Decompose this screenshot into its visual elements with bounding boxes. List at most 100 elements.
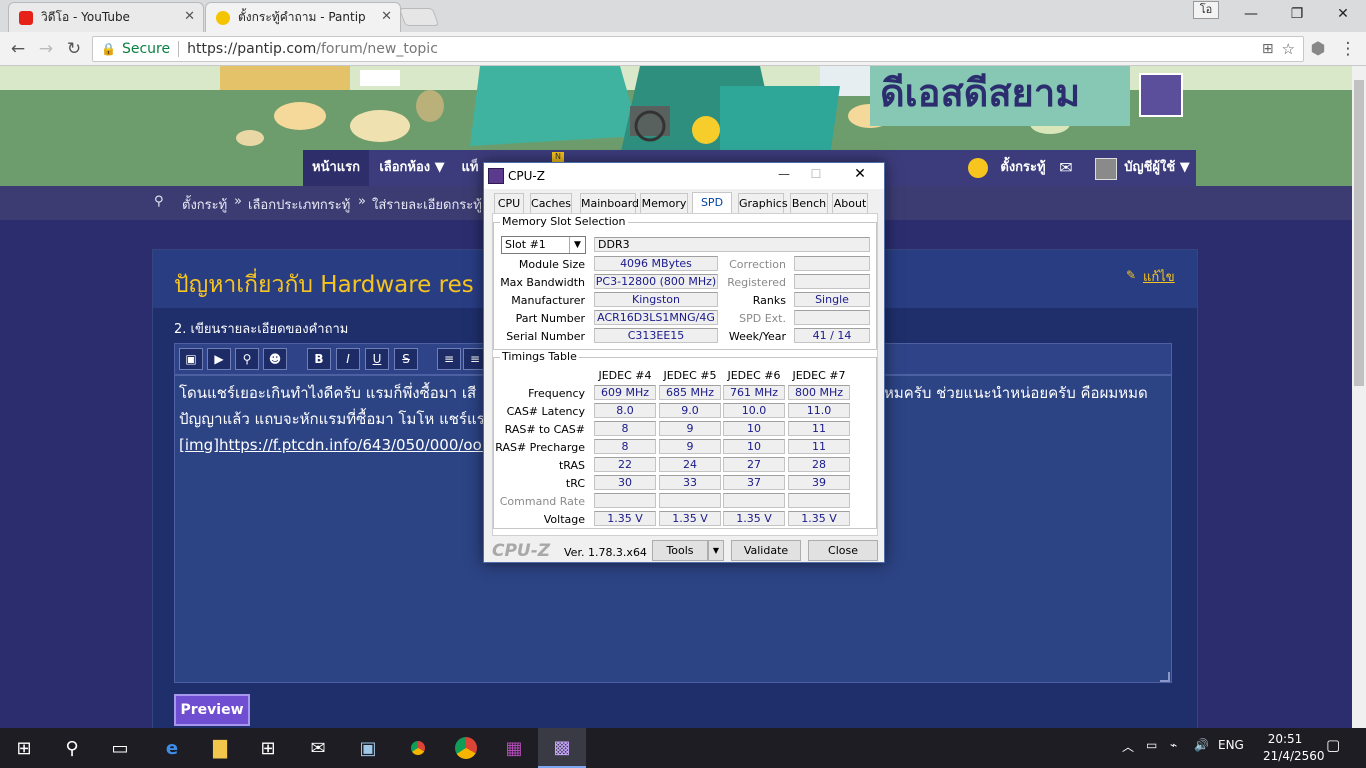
tab-pantip[interactable]: ตั้งกระทู้คำถาม - Pantip ✕ bbox=[205, 2, 401, 32]
tab-youtube[interactable]: วิดีโอ - YouTube ✕ bbox=[8, 2, 204, 32]
cpuz-app-icon bbox=[488, 168, 504, 184]
maximize-icon[interactable]: ❐ bbox=[1274, 0, 1320, 28]
strikethrough-button[interactable]: S bbox=[394, 348, 418, 370]
timing-cell: 11.0 bbox=[788, 403, 850, 418]
tab-about[interactable]: About bbox=[832, 193, 868, 213]
part-number-value: ACR16D3LS1MNG/4G bbox=[594, 310, 718, 325]
mail-icon[interactable]: ✉ bbox=[294, 728, 342, 768]
breadcrumb-step-2[interactable]: เลือกประเภทกระทู้ bbox=[248, 194, 350, 215]
chrome-app-icon[interactable] bbox=[442, 728, 490, 768]
emoji-icon[interactable]: ☻ bbox=[263, 348, 287, 370]
nav-home[interactable]: หน้าแรก bbox=[303, 150, 369, 186]
edge-icon[interactable]: e bbox=[148, 728, 196, 768]
chevron-up-icon[interactable]: ︿ bbox=[1122, 738, 1134, 755]
translate-icon[interactable]: ⊞ bbox=[1262, 41, 1274, 57]
italic-button[interactable]: I bbox=[336, 348, 360, 370]
timing-row-label: Frequency bbox=[528, 387, 585, 400]
create-topic-icon bbox=[968, 158, 988, 178]
windows-start-icon[interactable]: ⊞ bbox=[0, 728, 48, 768]
timing-cell: 11 bbox=[788, 439, 850, 454]
minimize-icon[interactable]: — bbox=[1228, 0, 1274, 28]
cpuz-titlebar[interactable]: CPU-Z — ☐ ✕ bbox=[484, 163, 884, 189]
profile-button[interactable]: โอ bbox=[1193, 1, 1219, 19]
winrar-icon[interactable]: ▦ bbox=[490, 728, 538, 768]
slot-select[interactable]: Slot #1 ▼ bbox=[501, 236, 586, 254]
address-bar[interactable]: 🔒 Secure https://pantip.com/forum/new_to… bbox=[92, 36, 1304, 62]
url-text[interactable]: https://pantip.com/forum/new_topic bbox=[187, 41, 438, 57]
map-pin-icon[interactable]: ⚲ bbox=[235, 348, 259, 370]
nav-rooms[interactable]: เลือกห้อง ▼ bbox=[371, 150, 453, 186]
tab-cpu[interactable]: CPU bbox=[494, 193, 524, 213]
tab-memory[interactable]: Memory bbox=[640, 193, 688, 213]
breadcrumb-step-1[interactable]: ตั้งกระทู้ bbox=[182, 194, 227, 215]
timing-cell: 761 MHz bbox=[723, 385, 785, 400]
tools-button[interactable]: Tools bbox=[652, 540, 708, 561]
memory-slot-group: Memory Slot Selection Slot #1 ▼ DDR3 Mod… bbox=[493, 215, 877, 350]
cpuz-brand: CPU-Z bbox=[492, 541, 551, 561]
location-pin-icon: ⚲ bbox=[154, 194, 164, 209]
cpuz-taskbar-icon[interactable]: ▩ bbox=[538, 728, 586, 768]
align-left-icon[interactable]: ≡ bbox=[437, 348, 461, 370]
extension-icon[interactable]: ⬢ bbox=[1306, 37, 1330, 61]
avatar[interactable] bbox=[1095, 158, 1117, 180]
timing-row-label: Command Rate bbox=[499, 495, 585, 508]
close-button[interactable]: Close bbox=[808, 540, 878, 561]
camera-icon[interactable]: ▣ bbox=[179, 348, 203, 370]
tab-spd[interactable]: SPD bbox=[692, 192, 732, 214]
svg-text:ดีเอสดีสยาม: ดีเอสดีสยาม bbox=[880, 71, 1080, 115]
volume-icon[interactable]: 🔊 bbox=[1194, 738, 1209, 752]
spd-ext-label: SPD Ext. bbox=[739, 312, 786, 325]
forward-icon[interactable]: → bbox=[34, 37, 58, 61]
video-icon[interactable]: ▶ bbox=[207, 348, 231, 370]
tab-bench[interactable]: Bench bbox=[790, 193, 828, 213]
pencil-icon: ✎ bbox=[1126, 268, 1137, 282]
nav-account[interactable]: บัญชีผู้ใช้ ▼ bbox=[1121, 150, 1193, 186]
timing-cell bbox=[659, 493, 721, 508]
module-size-value: 4096 MBytes bbox=[594, 256, 718, 271]
bold-button[interactable]: B bbox=[307, 348, 331, 370]
chrome-icon[interactable] bbox=[394, 728, 442, 768]
back-icon[interactable]: ← bbox=[6, 37, 30, 61]
window-close-icon[interactable]: ✕ bbox=[840, 166, 880, 182]
task-view-icon[interactable]: ▭ bbox=[96, 728, 144, 768]
tab-mainboard[interactable]: Mainboard bbox=[580, 193, 639, 213]
manufacturer-label: Manufacturer bbox=[511, 294, 585, 307]
validate-button[interactable]: Validate bbox=[731, 540, 801, 561]
edit-link[interactable]: แก้ไข bbox=[1143, 266, 1175, 287]
store-icon[interactable]: ⊞ bbox=[244, 728, 292, 768]
network-icon[interactable]: ⌁ bbox=[1170, 738, 1177, 752]
preview-button[interactable]: Preview bbox=[174, 694, 250, 726]
photos-icon[interactable]: ▣ bbox=[344, 728, 392, 768]
nav-create-topic[interactable]: ตั้งกระทู้ bbox=[993, 150, 1053, 186]
notification-icon[interactable]: ▢ bbox=[1326, 736, 1340, 754]
clock-time: 20:51 bbox=[1267, 732, 1303, 746]
file-explorer-icon[interactable]: ▇ bbox=[196, 728, 244, 768]
close-icon[interactable]: ✕ bbox=[184, 9, 195, 24]
nav-tags[interactable]: แท็ bbox=[455, 150, 485, 186]
timing-row-label: tRAS bbox=[558, 459, 585, 472]
timing-cell bbox=[594, 493, 656, 508]
taskbar-clock[interactable]: 20:51 21/4/2560 bbox=[1263, 731, 1325, 765]
chevron-down-icon[interactable]: ▼ bbox=[708, 540, 724, 561]
language-indicator[interactable]: ENG bbox=[1218, 738, 1244, 752]
search-icon[interactable]: ⚲ bbox=[48, 728, 96, 768]
resize-handle[interactable] bbox=[1160, 672, 1170, 682]
reload-icon[interactable]: ↻ bbox=[62, 37, 86, 61]
timing-cell: 685 MHz bbox=[659, 385, 721, 400]
tab-caches[interactable]: Caches bbox=[530, 193, 572, 213]
close-icon[interactable]: ✕ bbox=[381, 9, 392, 24]
maximize-icon[interactable]: ☐ bbox=[796, 167, 836, 181]
underline-button[interactable]: U bbox=[365, 348, 389, 370]
window-close-icon[interactable]: ✕ bbox=[1320, 0, 1366, 28]
breadcrumb-step-3: ใส่รายละเอียดกระทู้ bbox=[372, 198, 482, 213]
scrollbar-thumb[interactable] bbox=[1354, 80, 1364, 386]
timings-group: Timings Table JEDEC #4 JEDEC #5 JEDEC #6… bbox=[493, 350, 877, 529]
mail-icon[interactable]: ✉ bbox=[1055, 150, 1077, 186]
new-tab-button[interactable] bbox=[398, 8, 440, 26]
timing-cell: 609 MHz bbox=[594, 385, 656, 400]
spd-panel: Memory Slot Selection Slot #1 ▼ DDR3 Mod… bbox=[492, 213, 878, 536]
tab-graphics[interactable]: Graphics bbox=[738, 193, 788, 213]
menu-icon[interactable]: ⋮ bbox=[1336, 37, 1360, 61]
bookmark-star-icon[interactable]: ☆ bbox=[1282, 40, 1295, 58]
battery-icon[interactable]: ▭ bbox=[1146, 738, 1157, 752]
